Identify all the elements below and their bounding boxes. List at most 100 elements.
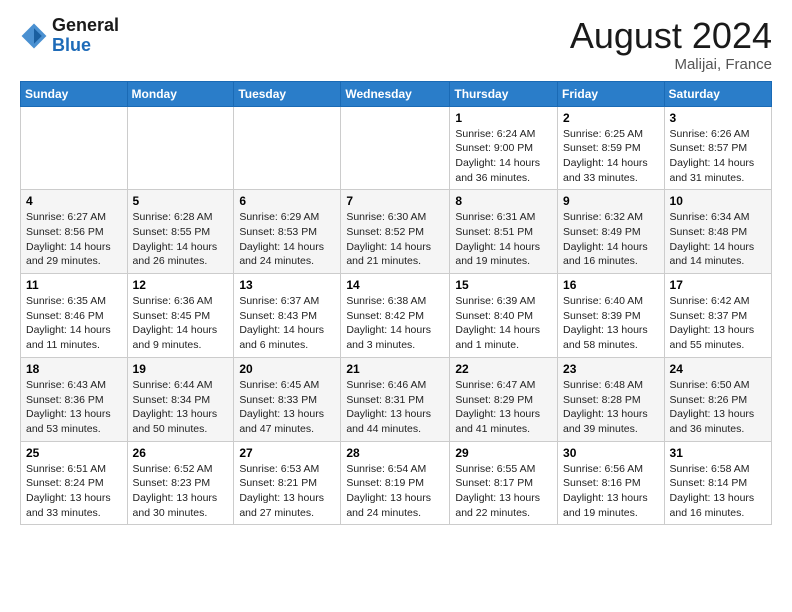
- day-info: Sunrise: 6:52 AM Sunset: 8:23 PM Dayligh…: [133, 462, 229, 521]
- weekday-header: Saturday: [664, 81, 771, 106]
- calendar-cell: [127, 106, 234, 190]
- day-info: Sunrise: 6:45 AM Sunset: 8:33 PM Dayligh…: [239, 378, 335, 437]
- calendar-cell: [234, 106, 341, 190]
- calendar-table: SundayMondayTuesdayWednesdayThursdayFrid…: [20, 81, 772, 526]
- weekday-header: Tuesday: [234, 81, 341, 106]
- day-number: 27: [239, 446, 335, 460]
- day-number: 4: [26, 194, 122, 208]
- calendar-cell: [341, 106, 450, 190]
- day-info: Sunrise: 6:27 AM Sunset: 8:56 PM Dayligh…: [26, 210, 122, 269]
- calendar-cell: 13 Sunrise: 6:37 AM Sunset: 8:43 PM Dayli…: [234, 274, 341, 358]
- header: General Blue August 2024 Malijai, France: [20, 16, 772, 73]
- calendar-cell: 24Sunrise: 6:50 AM Sunset: 8:26 PM Dayli…: [664, 357, 771, 441]
- day-number: 12: [133, 278, 229, 292]
- calendar-week-row: 11 Sunrise: 6:35 AM Sunset: 8:46 PM Dayli…: [21, 274, 772, 358]
- day-number: 7: [346, 194, 444, 208]
- day-number: 25: [26, 446, 122, 460]
- calendar-cell: 7Sunrise: 6:30 AM Sunset: 8:52 PM Daylig…: [341, 190, 450, 274]
- day-number: 3: [670, 111, 766, 125]
- day-info: Sunrise: 6:35 AM Sunset: 8:46 PM Dayligh…: [26, 294, 122, 353]
- day-info: Sunrise: 6:56 AM Sunset: 8:16 PM Dayligh…: [563, 462, 659, 521]
- calendar-header: SundayMondayTuesdayWednesdayThursdayFrid…: [21, 81, 772, 106]
- weekday-header: Thursday: [450, 81, 558, 106]
- calendar-body: 1 Sunrise: 6:24 AM Sunset: 9:00 PM Daylig…: [21, 106, 772, 525]
- day-info: Sunrise: 6:40 AM Sunset: 8:39 PM Dayligh…: [563, 294, 659, 353]
- day-number: 14: [346, 278, 444, 292]
- calendar-cell: 30 Sunrise: 6:56 AM Sunset: 8:16 PM Dayli…: [558, 441, 665, 525]
- day-number: 15: [455, 278, 552, 292]
- calendar-cell: 23Sunrise: 6:48 AM Sunset: 8:28 PM Dayli…: [558, 357, 665, 441]
- calendar-cell: 5 Sunrise: 6:28 AM Sunset: 8:55 PM Daylig…: [127, 190, 234, 274]
- calendar-cell: 8Sunrise: 6:31 AM Sunset: 8:51 PM Daylig…: [450, 190, 558, 274]
- day-info: Sunrise: 6:24 AM Sunset: 9:00 PM Dayligh…: [455, 127, 552, 186]
- day-number: 10: [670, 194, 766, 208]
- day-number: 6: [239, 194, 335, 208]
- calendar-cell: 25 Sunrise: 6:51 AM Sunset: 8:24 PM Dayli…: [21, 441, 128, 525]
- day-info: Sunrise: 6:34 AM Sunset: 8:48 PM Dayligh…: [670, 210, 766, 269]
- calendar-cell: 6 Sunrise: 6:29 AM Sunset: 8:53 PM Daylig…: [234, 190, 341, 274]
- day-info: Sunrise: 6:51 AM Sunset: 8:24 PM Dayligh…: [26, 462, 122, 521]
- day-info: Sunrise: 6:31 AM Sunset: 8:51 PM Dayligh…: [455, 210, 552, 269]
- page: General Blue August 2024 Malijai, France…: [0, 0, 792, 612]
- day-info: Sunrise: 6:54 AM Sunset: 8:19 PM Dayligh…: [346, 462, 444, 521]
- title-block: August 2024 Malijai, France: [570, 16, 772, 73]
- calendar-week-row: 25 Sunrise: 6:51 AM Sunset: 8:24 PM Dayli…: [21, 441, 772, 525]
- day-info: Sunrise: 6:44 AM Sunset: 8:34 PM Dayligh…: [133, 378, 229, 437]
- day-number: 29: [455, 446, 552, 460]
- day-info: Sunrise: 6:37 AM Sunset: 8:43 PM Dayligh…: [239, 294, 335, 353]
- calendar-week-row: 18Sunrise: 6:43 AM Sunset: 8:36 PM Dayli…: [21, 357, 772, 441]
- logo-text: General Blue: [52, 16, 119, 56]
- day-number: 28: [346, 446, 444, 460]
- weekday-header: Wednesday: [341, 81, 450, 106]
- calendar-cell: 27Sunrise: 6:53 AM Sunset: 8:21 PM Dayli…: [234, 441, 341, 525]
- day-number: 31: [670, 446, 766, 460]
- day-number: 1: [455, 111, 552, 125]
- day-number: 2: [563, 111, 659, 125]
- day-info: Sunrise: 6:46 AM Sunset: 8:31 PM Dayligh…: [346, 378, 444, 437]
- calendar-cell: 1 Sunrise: 6:24 AM Sunset: 9:00 PM Daylig…: [450, 106, 558, 190]
- logo-general: General: [52, 16, 119, 36]
- day-number: 26: [133, 446, 229, 460]
- weekday-header: Sunday: [21, 81, 128, 106]
- day-number: 13: [239, 278, 335, 292]
- day-number: 20: [239, 362, 335, 376]
- day-number: 9: [563, 194, 659, 208]
- calendar-cell: 14 Sunrise: 6:38 AM Sunset: 8:42 PM Dayli…: [341, 274, 450, 358]
- day-number: 16: [563, 278, 659, 292]
- day-info: Sunrise: 6:48 AM Sunset: 8:28 PM Dayligh…: [563, 378, 659, 437]
- calendar-cell: 31 Sunrise: 6:58 AM Sunset: 8:14 PM Dayli…: [664, 441, 771, 525]
- day-info: Sunrise: 6:58 AM Sunset: 8:14 PM Dayligh…: [670, 462, 766, 521]
- day-number: 30: [563, 446, 659, 460]
- day-number: 19: [133, 362, 229, 376]
- day-info: Sunrise: 6:55 AM Sunset: 8:17 PM Dayligh…: [455, 462, 552, 521]
- calendar-cell: 11 Sunrise: 6:35 AM Sunset: 8:46 PM Dayli…: [21, 274, 128, 358]
- calendar-cell: 2 Sunrise: 6:25 AM Sunset: 8:59 PM Daylig…: [558, 106, 665, 190]
- day-info: Sunrise: 6:36 AM Sunset: 8:45 PM Dayligh…: [133, 294, 229, 353]
- calendar-cell: 15 Sunrise: 6:39 AM Sunset: 8:40 PM Dayli…: [450, 274, 558, 358]
- calendar-cell: 21Sunrise: 6:46 AM Sunset: 8:31 PM Dayli…: [341, 357, 450, 441]
- calendar-cell: 10 Sunrise: 6:34 AM Sunset: 8:48 PM Dayli…: [664, 190, 771, 274]
- day-info: Sunrise: 6:28 AM Sunset: 8:55 PM Dayligh…: [133, 210, 229, 269]
- calendar-cell: 9 Sunrise: 6:32 AM Sunset: 8:49 PM Daylig…: [558, 190, 665, 274]
- logo-icon: [20, 22, 48, 50]
- day-info: Sunrise: 6:26 AM Sunset: 8:57 PM Dayligh…: [670, 127, 766, 186]
- day-info: Sunrise: 6:39 AM Sunset: 8:40 PM Dayligh…: [455, 294, 552, 353]
- day-info: Sunrise: 6:25 AM Sunset: 8:59 PM Dayligh…: [563, 127, 659, 186]
- day-number: 24: [670, 362, 766, 376]
- calendar-cell: 17Sunrise: 6:42 AM Sunset: 8:37 PM Dayli…: [664, 274, 771, 358]
- weekday-row: SundayMondayTuesdayWednesdayThursdayFrid…: [21, 81, 772, 106]
- day-info: Sunrise: 6:29 AM Sunset: 8:53 PM Dayligh…: [239, 210, 335, 269]
- day-info: Sunrise: 6:47 AM Sunset: 8:29 PM Dayligh…: [455, 378, 552, 437]
- day-info: Sunrise: 6:32 AM Sunset: 8:49 PM Dayligh…: [563, 210, 659, 269]
- weekday-header: Monday: [127, 81, 234, 106]
- day-info: Sunrise: 6:38 AM Sunset: 8:42 PM Dayligh…: [346, 294, 444, 353]
- day-number: 5: [133, 194, 229, 208]
- calendar-cell: 16 Sunrise: 6:40 AM Sunset: 8:39 PM Dayli…: [558, 274, 665, 358]
- calendar-cell: 3 Sunrise: 6:26 AM Sunset: 8:57 PM Daylig…: [664, 106, 771, 190]
- day-info: Sunrise: 6:42 AM Sunset: 8:37 PM Dayligh…: [670, 294, 766, 353]
- logo: General Blue: [20, 16, 119, 56]
- calendar-cell: 28 Sunrise: 6:54 AM Sunset: 8:19 PM Dayli…: [341, 441, 450, 525]
- calendar-cell: [21, 106, 128, 190]
- day-number: 11: [26, 278, 122, 292]
- calendar-cell: 19 Sunrise: 6:44 AM Sunset: 8:34 PM Dayli…: [127, 357, 234, 441]
